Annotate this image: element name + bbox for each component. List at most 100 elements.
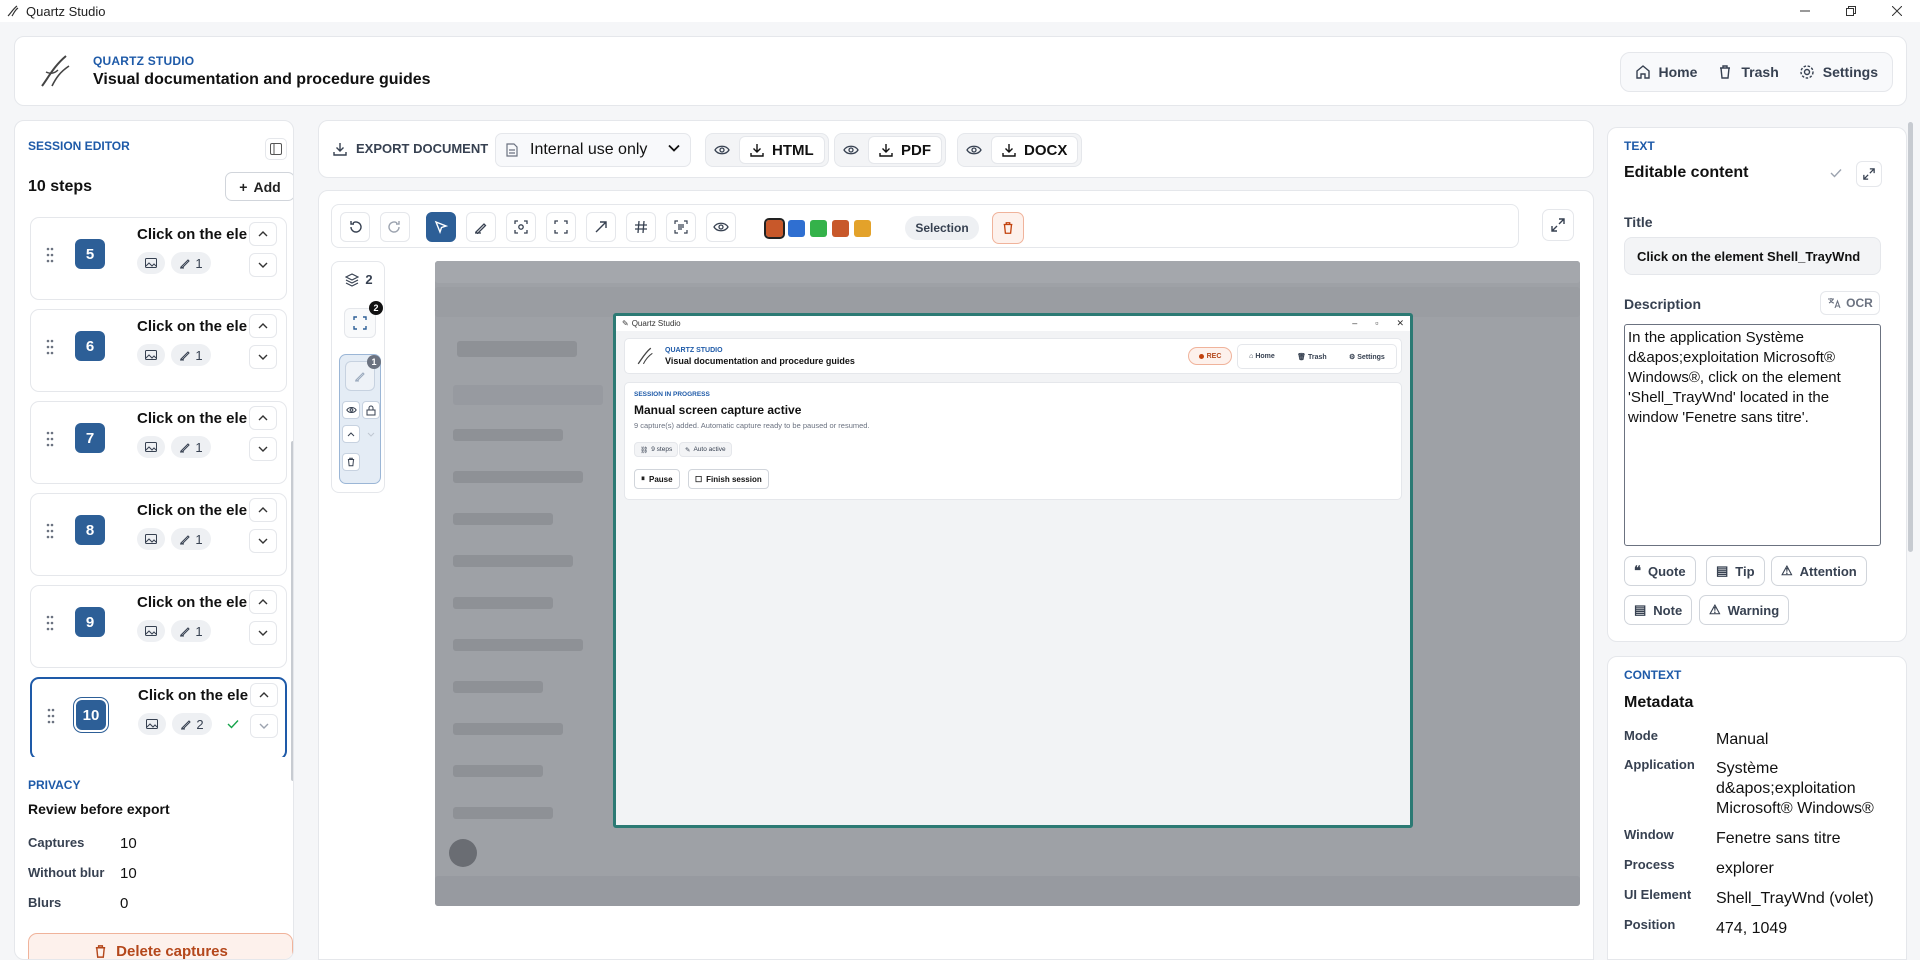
description-textarea[interactable]: In the application Système d&apos;exploi… bbox=[1624, 324, 1881, 546]
redo-button[interactable] bbox=[380, 212, 410, 242]
zoom-capture-tool[interactable] bbox=[506, 212, 536, 242]
annotation-count-value: 1 bbox=[195, 347, 203, 363]
steps-scrollbar[interactable] bbox=[291, 441, 293, 781]
expand-panel-button[interactable] bbox=[1856, 161, 1882, 187]
annotation-count: 1 bbox=[171, 252, 211, 274]
nav-settings[interactable]: Settings bbox=[1789, 56, 1888, 88]
color-swatch-5[interactable] bbox=[854, 220, 871, 237]
export-html-button[interactable]: HTML bbox=[739, 136, 825, 164]
move-down-button[interactable] bbox=[249, 621, 277, 645]
preview-docx-button[interactable] bbox=[961, 137, 987, 163]
capture-highlight: ✎ Quartz Studio – ▫ ✕ QUARTZ STUDIO Visual… bbox=[613, 313, 1413, 828]
color-swatch-4[interactable] bbox=[832, 220, 849, 237]
preview-html-button[interactable] bbox=[709, 137, 735, 163]
move-up-button[interactable] bbox=[249, 498, 277, 522]
right-scrollbar[interactable] bbox=[1908, 122, 1913, 552]
brand-subtitle: QUARTZ STUDIO bbox=[93, 53, 195, 68]
select-tool[interactable] bbox=[426, 212, 456, 242]
color-swatch-3[interactable] bbox=[810, 220, 827, 237]
selection-chip[interactable]: Selection bbox=[905, 216, 979, 240]
tag-attention-button[interactable]: ⚠ Attention bbox=[1771, 556, 1867, 586]
visibility-select[interactable]: Internal use only bbox=[495, 133, 691, 167]
chevron-down-icon bbox=[258, 354, 268, 360]
preview-pdf-button[interactable] bbox=[838, 137, 864, 163]
delete-annotation-button[interactable] bbox=[992, 212, 1024, 244]
delete-captures-button[interactable]: Delete captures bbox=[28, 933, 293, 959]
text-scan-tool[interactable] bbox=[666, 212, 696, 242]
layer-lock-button[interactable] bbox=[362, 401, 380, 419]
blurred-region bbox=[453, 385, 603, 405]
layer-crop-button[interactable]: 2 bbox=[344, 301, 383, 338]
capture-canvas[interactable]: ✎ Quartz Studio – ▫ ✕ QUARTZ STUDIO Visual… bbox=[435, 261, 1580, 906]
drag-handle-icon[interactable] bbox=[45, 338, 55, 356]
layer-up-button[interactable] bbox=[342, 425, 360, 443]
tag-warning-button[interactable]: ⚠ Warning bbox=[1699, 595, 1790, 625]
steps-count: 10 steps bbox=[28, 178, 93, 195]
brand-logo-icon bbox=[35, 51, 75, 91]
step-card-10[interactable]: 10 Click on the element Shell_TrayWnd 2 bbox=[30, 677, 287, 757]
export-pdf-button[interactable]: PDF bbox=[868, 136, 942, 164]
move-down-button[interactable] bbox=[249, 345, 277, 369]
tag-note-button[interactable]: ▤ Note bbox=[1624, 595, 1693, 625]
undo-button[interactable] bbox=[340, 212, 370, 242]
restore-button[interactable] bbox=[1828, 0, 1874, 22]
layers-panel: 2 2 1 bbox=[331, 261, 385, 493]
color-swatch-1[interactable] bbox=[764, 218, 785, 239]
context-key: Application bbox=[1624, 757, 1695, 772]
move-down-button[interactable] bbox=[249, 437, 277, 461]
blurred-region bbox=[453, 513, 553, 525]
step-card-9[interactable]: 9 Click on the element Shell_TrayWnd 1 bbox=[30, 585, 287, 668]
check-icon[interactable] bbox=[1826, 163, 1846, 183]
minimize-button[interactable] bbox=[1782, 0, 1828, 22]
color-swatch-2[interactable] bbox=[788, 220, 805, 237]
add-step-button[interactable]: + Add bbox=[225, 172, 293, 201]
drag-handle-icon[interactable] bbox=[45, 614, 55, 632]
layer-down-button[interactable] bbox=[362, 425, 380, 443]
move-up-button[interactable] bbox=[249, 406, 277, 430]
chevron-down-icon bbox=[258, 446, 268, 452]
chevron-up-icon bbox=[258, 231, 268, 237]
move-down-button[interactable] bbox=[249, 253, 277, 277]
step-card-6[interactable]: 6 Click on the element Shell_TrayWnd 1 bbox=[30, 309, 287, 392]
tag-quote-button[interactable]: ❝ Quote bbox=[1624, 556, 1696, 586]
drag-handle-icon[interactable] bbox=[45, 246, 55, 264]
export-docx-button[interactable]: DOCX bbox=[991, 136, 1079, 164]
fullscreen-button[interactable] bbox=[1542, 209, 1574, 241]
move-up-button[interactable] bbox=[249, 314, 277, 338]
export-docx-label: DOCX bbox=[1024, 141, 1068, 159]
move-up-button[interactable] bbox=[249, 590, 277, 614]
number-tool[interactable] bbox=[626, 212, 656, 242]
step-card-7[interactable]: 7 Click on the element Shell_TrayWnd 1 bbox=[30, 401, 287, 484]
blur-toggle-tool[interactable] bbox=[706, 212, 736, 242]
ocr-button[interactable]: OCR bbox=[1820, 291, 1880, 315]
step-card-5[interactable]: 5 Click on the element Shell_TrayWnd 1 bbox=[30, 217, 287, 300]
layer-item[interactable]: 1 bbox=[339, 354, 381, 484]
privacy-title: Review before export bbox=[28, 801, 170, 817]
tag-tip-button[interactable]: ▤ Tip bbox=[1706, 556, 1765, 586]
move-down-button[interactable] bbox=[250, 714, 278, 738]
arrow-tool[interactable] bbox=[586, 212, 616, 242]
move-up-button[interactable] bbox=[249, 222, 277, 246]
step-card-8[interactable]: 8 Click on the element Shell_TrayWnd 1 bbox=[30, 493, 287, 576]
step-title: Click on the element Shell_TrayWnd bbox=[137, 410, 247, 427]
nav-home[interactable]: Home bbox=[1625, 56, 1708, 88]
move-down-button[interactable] bbox=[249, 529, 277, 553]
drag-handle-icon[interactable] bbox=[46, 707, 56, 725]
nav-trash[interactable]: Trash bbox=[1707, 56, 1788, 88]
drag-handle-icon[interactable] bbox=[45, 430, 55, 448]
drag-handle-icon[interactable] bbox=[45, 522, 55, 540]
collapse-panel-button[interactable] bbox=[265, 138, 287, 160]
move-up-button[interactable] bbox=[250, 683, 278, 707]
title-input[interactable]: Click on the element Shell_TrayWnd bbox=[1624, 237, 1881, 275]
pause-icon: ⏸ bbox=[641, 474, 645, 483]
layer-visibility-button[interactable] bbox=[342, 401, 360, 419]
blurred-region bbox=[453, 681, 543, 693]
crop-tool[interactable] bbox=[546, 212, 576, 242]
eye-icon bbox=[345, 406, 357, 414]
draw-tool[interactable] bbox=[466, 212, 496, 242]
close-button[interactable] bbox=[1874, 0, 1920, 22]
annotation-count-value: 1 bbox=[195, 531, 203, 547]
context-value: Manual bbox=[1716, 731, 1769, 748]
layer-delete-button[interactable] bbox=[342, 453, 360, 471]
arrow-icon bbox=[595, 221, 607, 233]
